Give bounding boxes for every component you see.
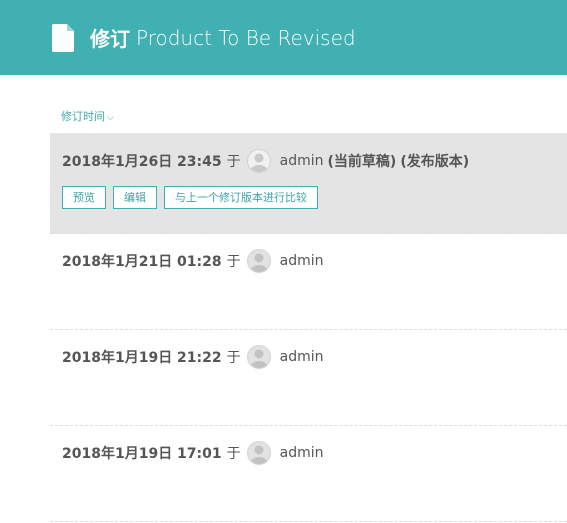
revision-at: 于 xyxy=(226,446,241,462)
revision-item: 2018年1月19日 21:22 于 admin xyxy=(50,330,567,426)
revision-date: 2018年1月21日 01:28 xyxy=(62,254,222,270)
revision-item-current: 2018年1月26日 23:45 于 admin (当前草稿) (发布版本) 预… xyxy=(50,133,567,234)
revision-meta: 2018年1月19日 21:22 于 admin xyxy=(62,343,567,371)
published-version-badge: (发布版本) xyxy=(400,154,470,170)
sort-by-revision-time[interactable]: 修订时间 ⌵ xyxy=(61,108,114,124)
revision-item: 2018年1月19日 17:01 于 admin xyxy=(50,426,567,522)
sort-bar: 修订时间 ⌵ xyxy=(50,75,567,133)
edit-button[interactable]: 编辑 xyxy=(113,186,157,209)
sort-label: 修订时间 xyxy=(61,110,105,123)
document-icon xyxy=(52,23,76,52)
avatar xyxy=(246,345,271,369)
compare-previous-button[interactable]: 与上一个修订版本进行比较 xyxy=(164,186,318,209)
avatar xyxy=(246,441,271,465)
revision-meta: 2018年1月21日 01:28 于 admin xyxy=(62,247,567,275)
chevron-down-icon: ⌵ xyxy=(107,113,114,123)
revision-list: 修订时间 ⌵ 2018年1月26日 23:45 于 admin (当前草稿) (发… xyxy=(0,75,567,522)
current-draft-badge: (当前草稿) xyxy=(327,154,397,170)
revision-at: 于 xyxy=(226,350,241,366)
avatar xyxy=(246,149,271,173)
revision-user: admin xyxy=(279,253,324,269)
revision-user: admin xyxy=(279,445,324,461)
revision-user: admin xyxy=(279,349,324,365)
revision-at: 于 xyxy=(226,154,241,170)
revision-user: admin xyxy=(279,153,324,169)
preview-button[interactable]: 预览 xyxy=(62,186,106,209)
avatar xyxy=(246,249,271,273)
page-title-prefix: 修订 xyxy=(90,27,130,51)
revision-meta: 2018年1月26日 23:45 于 admin (当前草稿) (发布版本) xyxy=(62,147,567,175)
revision-date: 2018年1月26日 23:45 xyxy=(62,154,222,170)
revision-actions: 预览 编辑 与上一个修订版本进行比较 xyxy=(62,186,567,209)
page-title: Product To Be Revised xyxy=(136,25,356,50)
revision-at: 于 xyxy=(226,254,241,270)
revision-date: 2018年1月19日 17:01 xyxy=(62,446,222,462)
revision-item: 2018年1月21日 01:28 于 admin xyxy=(50,234,567,330)
revision-meta: 2018年1月19日 17:01 于 admin xyxy=(62,439,567,467)
revision-date: 2018年1月19日 21:22 xyxy=(62,350,222,366)
page-header: 修订 Product To Be Revised xyxy=(0,0,567,75)
